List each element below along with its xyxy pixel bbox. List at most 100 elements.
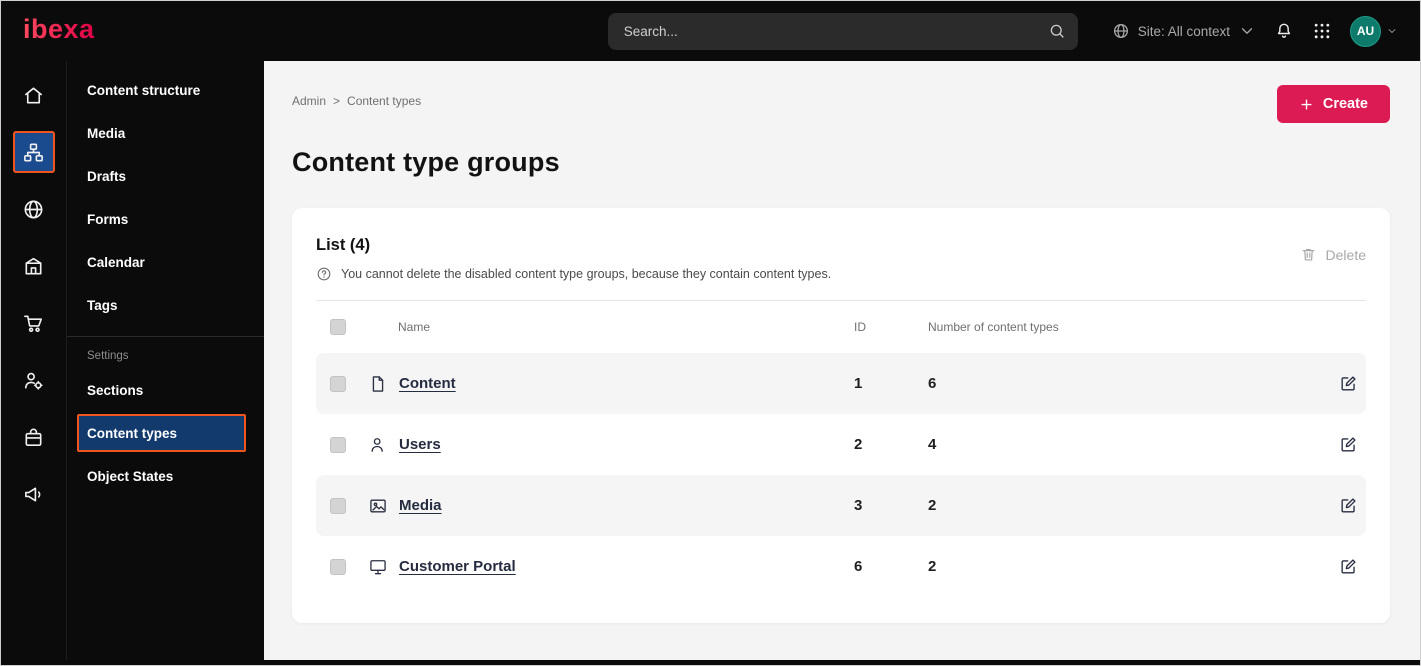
rail-item-personalization[interactable]	[13, 359, 55, 401]
column-header-count: Number of content types	[928, 320, 1059, 334]
building-icon	[25, 257, 42, 275]
user-menu[interactable]: AU	[1350, 15, 1398, 47]
plus-icon	[1301, 98, 1312, 110]
window-bottom-edge	[1, 660, 1420, 665]
group-count: 2	[928, 558, 937, 575]
table-row: Content 1 6	[316, 353, 1366, 414]
sidebar-item-forms[interactable]: Forms	[67, 198, 264, 241]
edit-button[interactable]	[1339, 435, 1358, 454]
group-id: 2	[854, 436, 863, 453]
globe-icon	[1113, 23, 1128, 39]
briefcase-icon	[25, 428, 42, 446]
group-count: 6	[928, 375, 937, 392]
sidebar-section-settings: Settings	[67, 336, 264, 369]
avatar: AU	[1350, 15, 1381, 47]
top-bar: ibexa Site: All context	[1, 1, 1420, 61]
column-header-id: ID	[854, 320, 866, 334]
create-button[interactable]: Create	[1276, 85, 1390, 123]
globe-icon	[24, 200, 43, 218]
row-checkbox[interactable]	[330, 436, 346, 453]
rail-item-content[interactable]	[12, 131, 55, 173]
sidebar-item-object-states[interactable]: Object States	[67, 455, 264, 498]
edit-icon	[1341, 498, 1356, 513]
rail-item-dashboard[interactable]	[13, 74, 55, 116]
rail-item-site[interactable]	[13, 188, 55, 230]
question-circle-icon	[317, 267, 331, 281]
sidebar: Content structure Media Drafts Forms Cal…	[66, 61, 264, 660]
breadcrumb-admin[interactable]: Admin	[292, 94, 326, 108]
group-id: 6	[854, 558, 863, 575]
megaphone-icon	[25, 486, 41, 502]
image-icon	[370, 499, 386, 512]
search-input[interactable]	[623, 23, 1048, 39]
user-icon	[371, 437, 383, 452]
site-context-selector[interactable]: Site: All context	[1112, 22, 1256, 40]
apps-menu-button[interactable]	[1312, 21, 1332, 41]
group-count: 4	[928, 436, 937, 453]
notifications-button[interactable]	[1274, 21, 1294, 41]
icon-rail	[1, 61, 66, 660]
ibexa-admin-window: ibexa Site: All context	[0, 0, 1421, 666]
info-note: You cannot delete the disabled content t…	[316, 266, 831, 282]
list-title: List (4)	[316, 236, 371, 254]
edit-button[interactable]	[1339, 374, 1358, 393]
breadcrumb: Admin > Content types	[292, 85, 421, 108]
sidebar-item-sections[interactable]: Sections	[67, 369, 264, 412]
breadcrumb-separator: >	[333, 94, 341, 108]
rail-item-marketing[interactable]	[13, 473, 55, 515]
table-row: Customer Portal 6 2	[316, 536, 1366, 597]
site-context-label: Site: All context	[1137, 23, 1230, 39]
group-link[interactable]: Media	[399, 497, 442, 514]
breadcrumb-current: Content types	[347, 94, 422, 108]
monitor-icon	[370, 559, 386, 574]
delete-button[interactable]: Delete	[1300, 246, 1366, 263]
grid-icon	[1314, 23, 1330, 39]
edit-icon	[1341, 376, 1356, 391]
global-search	[607, 12, 1078, 50]
edit-icon	[1341, 437, 1356, 452]
page-title: Content type groups	[292, 147, 560, 177]
select-all-checkbox[interactable]	[330, 319, 346, 335]
row-checkbox[interactable]	[330, 375, 346, 392]
topbar-actions: Site: All context AU	[1112, 15, 1398, 47]
bell-icon	[1277, 23, 1291, 38]
chevron-down-icon	[1388, 29, 1396, 33]
edit-button[interactable]	[1339, 557, 1358, 576]
content-type-groups-panel: List (4) You cannot delete the disabled …	[292, 208, 1390, 623]
row-checkbox[interactable]	[330, 558, 346, 575]
chevron-down-icon	[1241, 28, 1253, 34]
trash-icon	[1302, 248, 1314, 261]
user-settings-icon	[25, 372, 43, 390]
main-content: Admin > Content types Create Content typ…	[264, 61, 1420, 660]
sidebar-item-drafts[interactable]: Drafts	[67, 155, 264, 198]
group-count: 2	[928, 497, 937, 514]
sidebar-item-tags[interactable]: Tags	[67, 284, 264, 327]
info-text: You cannot delete the disabled content t…	[341, 267, 832, 281]
group-link[interactable]: Customer Portal	[399, 558, 516, 575]
cart-icon	[24, 314, 42, 332]
sitemap-icon	[24, 143, 43, 161]
ibexa-logo[interactable]: ibexa	[23, 15, 95, 47]
rail-item-catalog[interactable]	[13, 416, 55, 458]
group-id: 3	[854, 497, 863, 514]
edit-icon	[1341, 559, 1356, 574]
group-link[interactable]: Content	[399, 375, 456, 392]
edit-button[interactable]	[1339, 496, 1358, 515]
table-header-row: Name ID Number of content types	[316, 301, 1366, 353]
sidebar-item-calendar[interactable]: Calendar	[67, 241, 264, 284]
file-icon	[372, 375, 384, 392]
group-id: 1	[854, 375, 863, 392]
row-checkbox[interactable]	[330, 497, 346, 514]
home-icon	[25, 86, 42, 104]
group-link[interactable]: Users	[399, 436, 441, 453]
rail-item-company[interactable]	[13, 245, 55, 287]
sidebar-item-content-structure[interactable]: Content structure	[67, 69, 264, 112]
sidebar-item-media[interactable]: Media	[67, 112, 264, 155]
rail-item-commerce[interactable]	[13, 302, 55, 344]
content-type-groups-table: Name ID Number of content types Content	[316, 300, 1366, 597]
column-header-name: Name	[398, 320, 431, 334]
table-row: Users 2 4	[316, 414, 1366, 475]
search-icon	[1050, 24, 1064, 38]
table-row: Media 3 2	[316, 475, 1366, 536]
sidebar-item-content-types[interactable]: Content types	[77, 414, 246, 452]
